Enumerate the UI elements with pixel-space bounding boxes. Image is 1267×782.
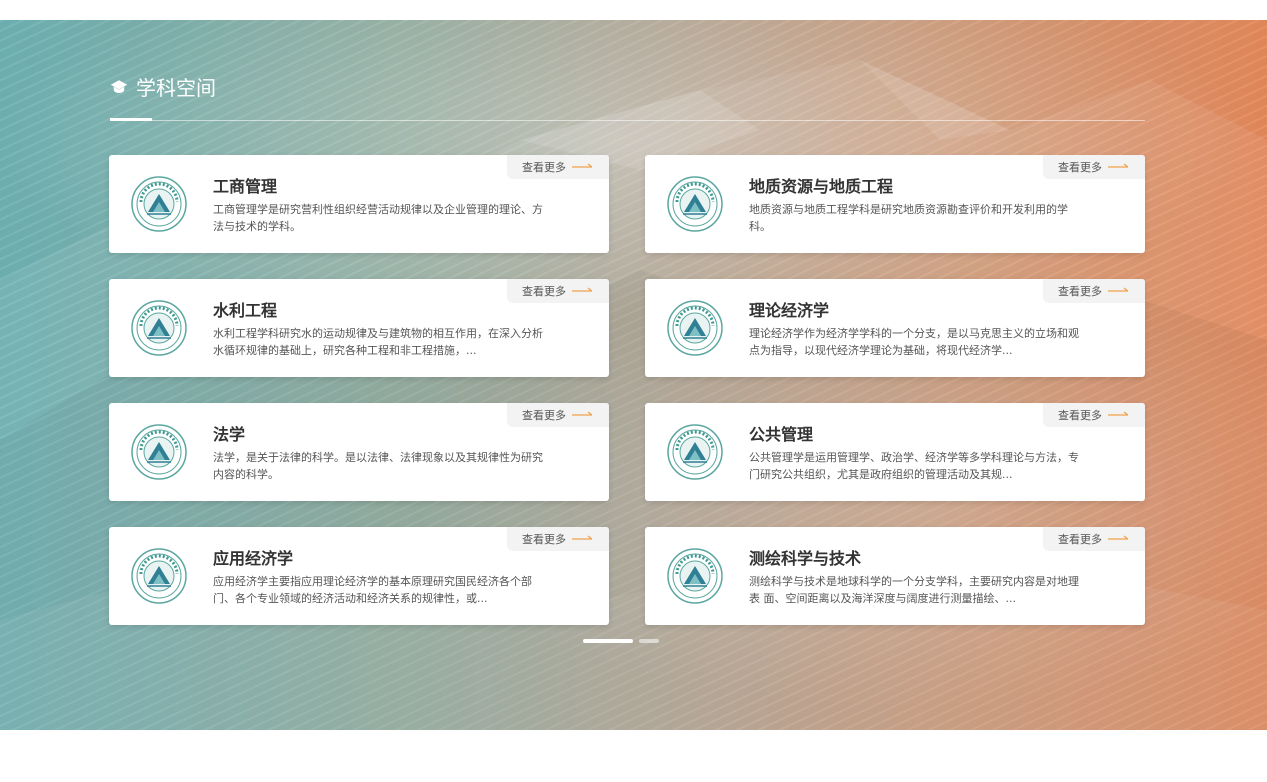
view-more-label: 查看更多 [1058, 533, 1102, 546]
discipline-card[interactable]: 测绘科学与技术 测绘科学与技术是地球科学的一个分支学科，主要研究内容是对地理表 … [645, 527, 1145, 625]
carousel-pagination [583, 639, 659, 643]
discipline-description: 工商管理学是研究营利性组织经营活动规律以及企业管理的理论、方法与技术的学科。 [213, 203, 543, 233]
view-more-label: 查看更多 [1058, 409, 1102, 422]
title-accent-bar [110, 118, 152, 121]
view-more-button[interactable]: 查看更多 [507, 403, 609, 427]
section-title: 学科空间 [136, 76, 216, 100]
graduation-cap-icon [110, 79, 128, 93]
arrow-right-icon [566, 163, 594, 171]
university-logo-icon [667, 424, 723, 480]
view-more-button[interactable]: 查看更多 [1043, 527, 1145, 551]
discipline-description: 测绘科学与技术是地球科学的一个分支学科，主要研究内容是对地理表 面、空间距离以及… [749, 575, 1079, 605]
discipline-name[interactable]: 法学 [213, 421, 245, 445]
discipline-card[interactable]: 理论经济学 理论经济学作为经济学学科的一个分支，是以马克思主义的立场和观点为指导… [645, 279, 1145, 377]
discipline-description: 地质资源与地质工程学科是研究地质资源勘查评价和开发利用的学科。 [749, 203, 1068, 233]
discipline-card[interactable]: 地质资源与地质工程 地质资源与地质工程学科是研究地质资源勘查评价和开发利用的学科… [645, 155, 1145, 253]
view-more-button[interactable]: 查看更多 [1043, 279, 1145, 303]
pagination-dot-1[interactable] [583, 639, 633, 643]
discipline-description: 公共管理学是运用管理学、政治学、经济学等多学科理论与方法，专门研究公共组织，尤其… [749, 451, 1079, 481]
view-more-label: 查看更多 [1058, 161, 1102, 174]
discipline-name[interactable]: 测绘科学与技术 [749, 545, 861, 569]
title-divider [110, 120, 1145, 121]
discipline-name[interactable]: 地质资源与地质工程 [749, 173, 893, 197]
arrow-right-icon [566, 287, 594, 295]
discipline-name[interactable]: 理论经济学 [749, 297, 829, 321]
discipline-description: 应用经济学主要指应用理论经济学的基本原理研究国民经济各个部门、各个专业领域的经济… [213, 575, 532, 605]
view-more-label: 查看更多 [522, 285, 566, 298]
discipline-description: 理论经济学作为经济学学科的一个分支，是以马克思主义的立场和观点为指导，以现代经济… [749, 327, 1079, 357]
view-more-button[interactable]: 查看更多 [507, 155, 609, 179]
view-more-button[interactable]: 查看更多 [1043, 403, 1145, 427]
view-more-button[interactable]: 查看更多 [507, 527, 609, 551]
discipline-card[interactable]: 水利工程 水利工程学科研究水的运动规律及与建筑物的相互作用，在深入分析水循环规律… [109, 279, 609, 377]
view-more-label: 查看更多 [1058, 285, 1102, 298]
university-logo-icon [667, 548, 723, 604]
discipline-name[interactable]: 水利工程 [213, 297, 277, 321]
view-more-label: 查看更多 [522, 533, 566, 546]
arrow-right-icon [566, 411, 594, 419]
discipline-card[interactable]: 法学 法学，是关于法律的科学。是以法律、法律现象以及其规律性为研究内容的科学。 … [109, 403, 609, 501]
discipline-card[interactable]: 工商管理 工商管理学是研究营利性组织经营活动规律以及企业管理的理论、方法与技术的… [109, 155, 609, 253]
pagination-dot-2[interactable] [639, 639, 659, 643]
discipline-name[interactable]: 工商管理 [213, 173, 277, 197]
arrow-right-icon [1102, 535, 1130, 543]
view-more-label: 查看更多 [522, 409, 566, 422]
discipline-name[interactable]: 公共管理 [749, 421, 813, 445]
university-logo-icon [131, 424, 187, 480]
view-more-button[interactable]: 查看更多 [1043, 155, 1145, 179]
discipline-card[interactable]: 公共管理 公共管理学是运用管理学、政治学、经济学等多学科理论与方法，专门研究公共… [645, 403, 1145, 501]
discipline-description: 水利工程学科研究水的运动规律及与建筑物的相互作用，在深入分析水循环规律的基础上，… [213, 327, 543, 357]
view-more-button[interactable]: 查看更多 [507, 279, 609, 303]
university-logo-icon [131, 548, 187, 604]
arrow-right-icon [566, 535, 594, 543]
discipline-card[interactable]: 应用经济学 应用经济学主要指应用理论经济学的基本原理研究国民经济各个部门、各个专… [109, 527, 609, 625]
university-logo-icon [131, 300, 187, 356]
discipline-name[interactable]: 应用经济学 [213, 545, 293, 569]
arrow-right-icon [1102, 411, 1130, 419]
arrow-right-icon [1102, 287, 1130, 295]
university-logo-icon [667, 176, 723, 232]
view-more-label: 查看更多 [522, 161, 566, 174]
university-logo-icon [131, 176, 187, 232]
discipline-description: 法学，是关于法律的科学。是以法律、法律现象以及其规律性为研究内容的科学。 [213, 451, 543, 481]
arrow-right-icon [1102, 163, 1130, 171]
university-logo-icon [667, 300, 723, 356]
section-header: 学科空间 [110, 72, 216, 101]
